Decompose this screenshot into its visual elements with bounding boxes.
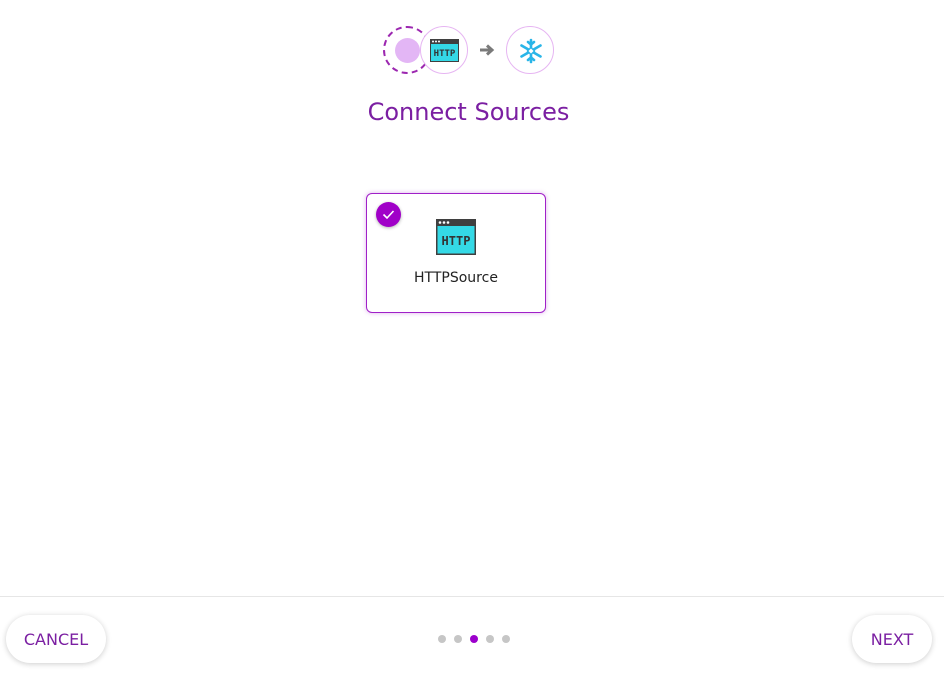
connection-steps-header: HTTP <box>0 0 944 90</box>
cancel-button[interactable]: CANCEL <box>6 615 106 663</box>
pager-dot-active <box>470 635 478 643</box>
next-button[interactable]: NEXT <box>852 615 932 663</box>
placeholder-dot <box>395 38 420 63</box>
svg-text:HTTP: HTTP <box>442 234 471 248</box>
pager-dot <box>502 635 510 643</box>
snowflake-icon-graphic <box>520 38 542 64</box>
http-icon: HTTP <box>420 26 468 74</box>
svg-text:HTTP: HTTP <box>434 49 456 59</box>
http-icon-graphic: HTTP <box>430 39 459 62</box>
selected-check-icon <box>376 202 401 227</box>
source-card-label: HTTPSource <box>414 270 498 286</box>
snowflake-icon <box>506 26 554 74</box>
page-title: Connect Sources <box>367 98 570 126</box>
http-icon: HTTP <box>436 219 476 255</box>
footer-bar: CANCEL NEXT <box>0 597 944 673</box>
source-card-httpsource[interactable]: HTTP HTTPSource <box>366 193 546 313</box>
arrow-right-icon <box>480 44 495 56</box>
pager-dot <box>486 635 494 643</box>
pager-dot <box>454 635 462 643</box>
pager-dot <box>438 635 446 643</box>
